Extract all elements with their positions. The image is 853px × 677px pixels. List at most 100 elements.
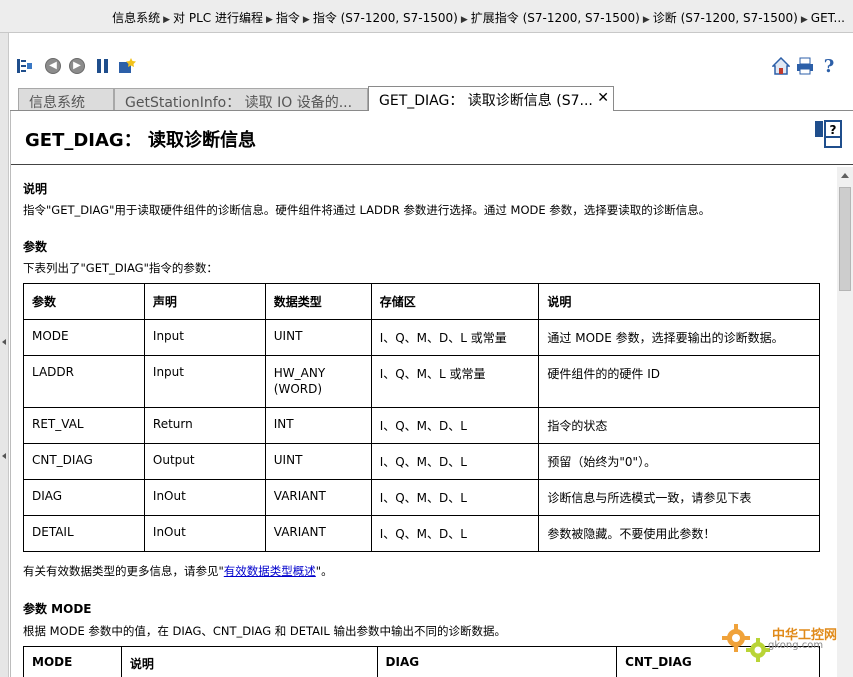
breadcrumb-separator-icon: ▶: [642, 15, 650, 25]
breadcrumb: 信息系统 ▶ 对 PLC 进行编程 ▶ 指令 ▶ 指令 (S7-1200, S7-1500)…: [112, 9, 845, 26]
table-row: MODE Input UINT I、Q、M、D、L 或常量 通过 MODE 参数…: [23, 319, 820, 356]
breadcrumb-item[interactable]: 指令: [276, 11, 300, 25]
watermark-url: gkong.com: [768, 640, 824, 651]
table-cell: RET_VAL: [23, 407, 145, 444]
table-row: CNT_DIAG Output UINT I、Q、M、D、L 预留（始终为"0"…: [23, 443, 820, 480]
table-cell: UINT: [264, 319, 372, 356]
section-heading-parameters: 参数: [23, 240, 48, 254]
table-cell: I、Q、M、D、L 或常量: [370, 319, 540, 356]
table-row: DIAG InOut VARIANT I、Q、M、D、L 诊断信息与所选模式一致…: [23, 479, 820, 516]
column-header: 说明: [538, 283, 820, 320]
table-cell: Output: [143, 443, 266, 480]
tree-icon[interactable]: [16, 57, 34, 75]
column-header: DIAG: [376, 646, 618, 677]
mode-description-text: 根据 MODE 参数中的值，在 DIAG、CNT_DIAG 和 DETAIL 输…: [23, 624, 506, 638]
breadcrumb-separator-icon: ▶: [163, 15, 171, 25]
table-cell: I、Q、M、D、L: [370, 407, 540, 444]
table-cell: I、Q、M、D、L: [370, 443, 540, 480]
watermark: 中华工控网 gkong.com: [718, 618, 848, 668]
table-cell: InOut: [143, 479, 266, 516]
parameter-table: 参数 声明 数据类型 存储区 说明 MODE Input UINT I、Q、M、…: [23, 283, 820, 552]
breadcrumb-item[interactable]: 信息系统: [112, 11, 160, 25]
breadcrumb-item[interactable]: 对 PLC 进行编程: [173, 11, 263, 25]
print-icon[interactable]: [796, 57, 814, 75]
table-cell: 参数被隐藏。不要使用此参数！: [538, 515, 820, 552]
description-text: 指令"GET_DIAG"用于读取硬件组件的诊断信息。硬件组件将通过 LADDR …: [23, 203, 711, 217]
tab-strip: 信息系统 GetStationInfo： 读取 IO 设备的... GET_DI…: [10, 86, 853, 111]
table-cell: Input: [143, 355, 266, 408]
content-panel: GET_DIAG： 读取诊断信息 ? 说明 指令"GET_DIAG"用于读取硬件…: [10, 111, 853, 677]
breadcrumb-separator-icon: ▶: [265, 15, 273, 25]
close-icon[interactable]: ✕: [597, 90, 609, 106]
toolbar: ◀ ▶ ?: [10, 52, 853, 80]
more-info-text: 有关有效数据类型的更多信息，请参见"有效数据类型概述"。: [23, 563, 333, 579]
table-cell: I、Q、M、D、L: [370, 515, 540, 552]
table-cell: INT: [264, 407, 372, 444]
breadcrumb-separator-icon: ▶: [800, 15, 808, 25]
section-heading-description: 说明: [23, 182, 48, 196]
table-cell: InOut: [143, 515, 266, 552]
collapse-left-icon[interactable]: [2, 453, 6, 459]
help-icon[interactable]: ?: [820, 56, 838, 77]
page-title: GET_DIAG： 读取诊断信息: [25, 130, 256, 151]
vertical-scrollbar[interactable]: [837, 167, 853, 677]
parameters-intro: 下表列出了"GET_DIAG"指令的参数：: [23, 261, 218, 275]
table-cell: 硬件组件的的硬件 ID: [538, 355, 820, 408]
more-info-prefix: 有关有效数据类型的更多信息，请参见": [23, 564, 224, 578]
table-cell: MODE: [23, 319, 145, 356]
tab-info-system[interactable]: 信息系统: [18, 88, 114, 111]
table-cell: 预留（始终为"0"）。: [538, 443, 820, 480]
tab-get-diag[interactable]: GET_DIAG： 读取诊断信息 (S7... ✕: [368, 86, 614, 111]
table-cell: Return: [143, 407, 266, 444]
breadcrumb-item[interactable]: GET...: [811, 11, 845, 25]
table-cell: Input: [143, 319, 266, 356]
column-header: 存储区: [370, 283, 540, 320]
column-header: 说明: [120, 646, 378, 677]
collapse-left-icon[interactable]: [2, 339, 6, 345]
tab-label: 信息系统: [29, 95, 85, 111]
section-heading-mode: 参数 MODE: [23, 602, 92, 616]
breadcrumb-item[interactable]: 指令 (S7-1200, S7-1500): [313, 11, 458, 25]
data-types-link[interactable]: 有效数据类型概述: [224, 564, 316, 578]
title-divider: [11, 164, 853, 165]
table-cell: 诊断信息与所选模式一致，请参见下表: [538, 479, 820, 516]
svg-text:?: ?: [830, 123, 837, 137]
table-cell: VARIANT: [264, 479, 372, 516]
table-row: DETAIL InOut VARIANT I、Q、M、D、L 参数被隐藏。不要使…: [23, 515, 820, 552]
breadcrumb-bar: 信息系统 ▶ 对 PLC 进行编程 ▶ 指令 ▶ 指令 (S7-1200, S7-1500)…: [0, 0, 853, 33]
column-header: MODE: [23, 646, 122, 677]
mode-table: MODE 说明 DIAG CNT_DIAG: [23, 646, 820, 677]
breadcrumb-item[interactable]: 扩展指令 (S7-1200, S7-1500): [471, 11, 640, 25]
table-cell: DIAG: [23, 479, 145, 516]
table-cell: 通过 MODE 参数，选择要输出的诊断数据。: [538, 319, 820, 356]
breadcrumb-item[interactable]: 诊断 (S7-1200, S7-1500): [653, 11, 798, 25]
home-icon[interactable]: [772, 57, 790, 75]
table-cell: LADDR: [23, 355, 145, 408]
table-cell: DETAIL: [23, 515, 145, 552]
back-icon[interactable]: ◀: [44, 57, 62, 75]
new-tab-icon[interactable]: [118, 57, 136, 75]
more-info-suffix: "。: [315, 564, 333, 578]
table-header-row: 参数 声明 数据类型 存储区 说明: [23, 283, 820, 320]
tab-label: GET_DIAG： 读取诊断信息 (S7...: [379, 93, 593, 109]
table-cell: I、Q、M、L 或常量: [370, 355, 540, 408]
table-cell: I、Q、M、D、L: [370, 479, 540, 516]
tab-label: GetStationInfo： 读取 IO 设备的...: [125, 95, 353, 111]
table-cell: HW_ANY (WORD): [264, 355, 372, 408]
column-header: 声明: [143, 283, 266, 320]
display-mode-icon[interactable]: ?: [813, 119, 843, 149]
table-cell: CNT_DIAG: [23, 443, 145, 480]
tab-getstationinfo[interactable]: GetStationInfo： 读取 IO 设备的...: [114, 88, 368, 111]
table-row: LADDR Input HW_ANY (WORD) I、Q、M、L 或常量 硬件…: [23, 355, 820, 408]
table-cell: UINT: [264, 443, 372, 480]
table-header-row: MODE 说明 DIAG CNT_DIAG: [23, 646, 820, 677]
table-row: RET_VAL Return INT I、Q、M、D、L 指令的状态: [23, 407, 820, 444]
table-cell: 指令的状态: [538, 407, 820, 444]
scrollbar-thumb[interactable]: [839, 187, 851, 291]
column-header: 参数: [23, 283, 145, 320]
column-header: 数据类型: [264, 283, 372, 320]
left-splitter[interactable]: [0, 33, 9, 677]
forward-icon[interactable]: ▶: [68, 57, 86, 75]
bookmark-icon[interactable]: [94, 57, 112, 75]
scroll-up-icon[interactable]: [841, 173, 849, 178]
